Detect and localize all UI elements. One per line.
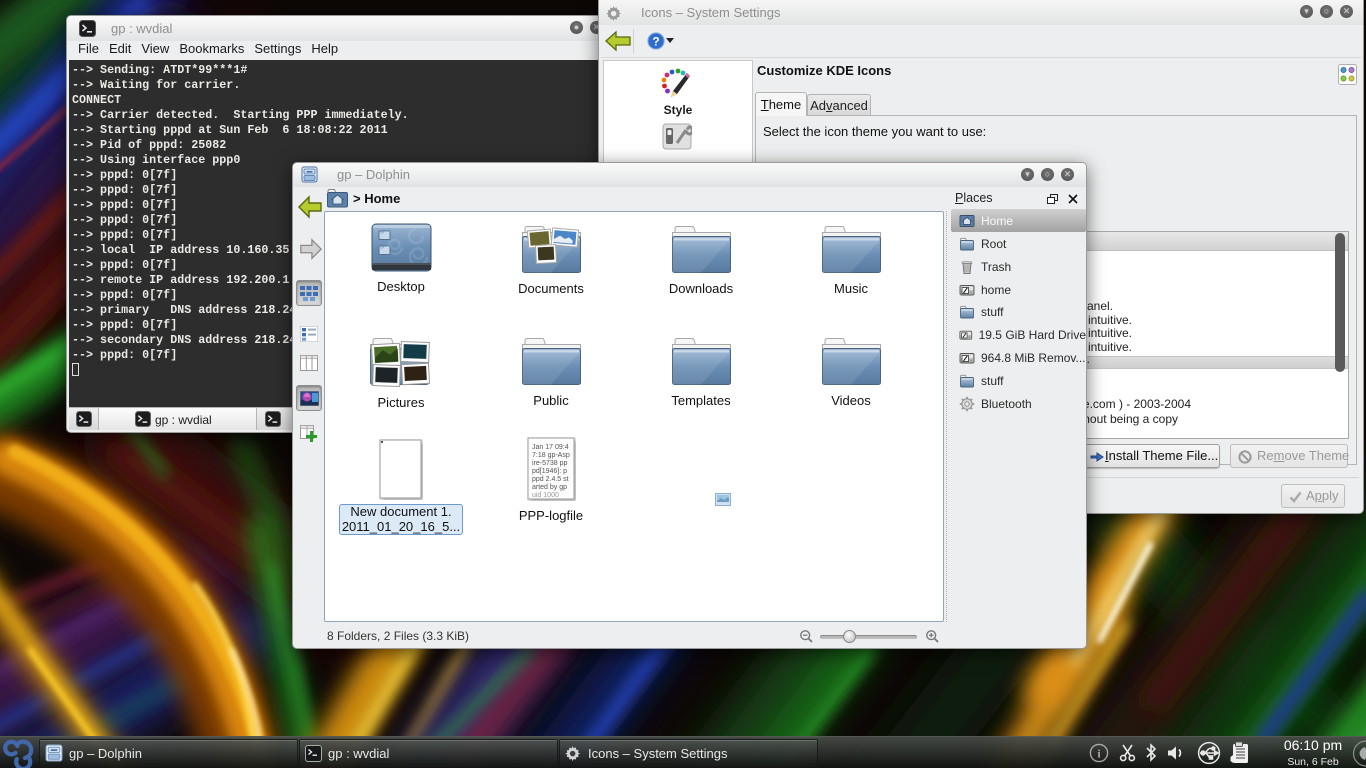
svg-text:7:18 gp-Asp: 7:18 gp-Asp: [532, 452, 570, 459]
svg-text:arted by gp: arted by gp: [532, 484, 567, 491]
svg-text:Jan 17 09:4: Jan 17 09:4: [532, 444, 569, 451]
svg-text:i: i: [1097, 747, 1101, 761]
svg-text:?: ?: [652, 35, 659, 49]
svg-text:ire-5738 pp: ire-5738 pp: [532, 460, 568, 467]
svg-text:uid 1000: uid 1000: [532, 492, 559, 499]
svg-text:ppd 2.4.5 st: ppd 2.4.5 st: [532, 476, 569, 483]
svg-text:pd[1946]: p: pd[1946]: p: [532, 468, 567, 475]
